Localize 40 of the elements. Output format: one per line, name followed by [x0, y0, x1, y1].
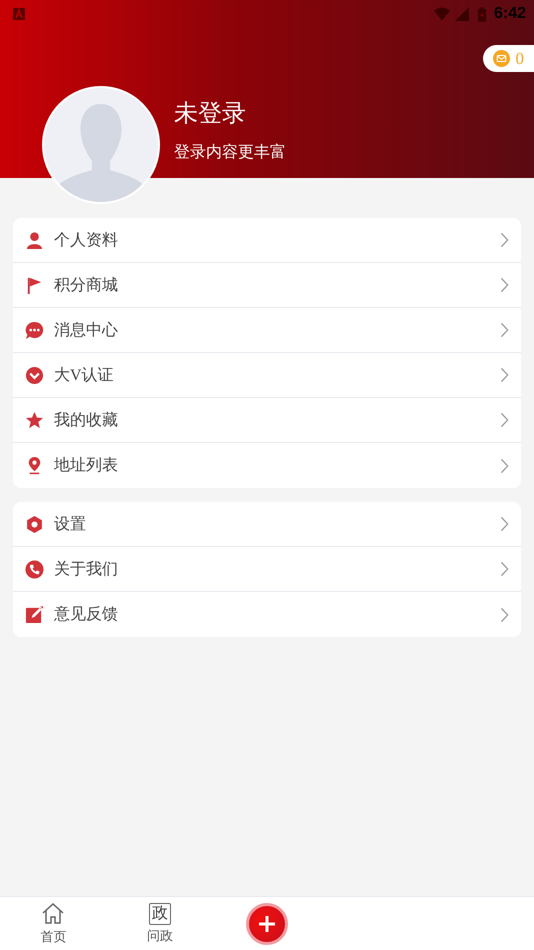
- nav-text-icon: 政: [149, 902, 172, 924]
- flag-icon: [25, 276, 44, 294]
- add-button[interactable]: [246, 902, 288, 944]
- edit-icon: [25, 605, 44, 624]
- login-hint: 登录内容更丰富: [174, 142, 286, 163]
- menu-item[interactable]: 地址列表: [54, 455, 118, 476]
- phone-icon: [25, 560, 44, 578]
- home-icon: [41, 902, 66, 926]
- star-icon: [25, 410, 44, 430]
- menu-item[interactable]: 设置: [54, 514, 86, 534]
- person-icon: [25, 230, 44, 250]
- menu-item[interactable]: 消息中心: [54, 320, 118, 340]
- chevron-right-icon: [500, 232, 509, 248]
- plus-icon: [256, 914, 277, 934]
- menu-item[interactable]: 关于我们: [54, 558, 118, 580]
- chevron-right-icon: [500, 322, 509, 338]
- chevron-right-icon: [500, 367, 509, 383]
- chevron-right-icon: [500, 458, 509, 474]
- chevron-right-icon: [500, 412, 509, 428]
- chevron-right-icon: [500, 561, 509, 577]
- coin-icon: [492, 50, 510, 67]
- user-name[interactable]: 未登录: [174, 98, 286, 130]
- nav-tab[interactable]: 首页: [40, 928, 66, 946]
- menu-item[interactable]: 大V认证: [54, 364, 114, 386]
- menu-item[interactable]: 个人资料: [54, 230, 118, 250]
- chevron-right-icon: [500, 606, 509, 622]
- chevron-badge-icon: [25, 366, 44, 384]
- settings-icon: [25, 514, 44, 534]
- menu-item[interactable]: 积分商城: [54, 274, 118, 296]
- chat-bubble-icon: [25, 320, 44, 340]
- signal-icon: [454, 7, 470, 21]
- chevron-right-icon: [500, 516, 509, 532]
- wifi-icon: [434, 7, 450, 21]
- notification-icon: [13, 8, 25, 20]
- chevron-right-icon: [500, 277, 509, 293]
- menu-item[interactable]: 我的收藏: [54, 410, 118, 430]
- nav-tab[interactable]: 问政: [147, 926, 174, 944]
- status-time: 6:42: [494, 5, 526, 23]
- battery-icon: [478, 6, 486, 22]
- menu-item[interactable]: 意见反馈: [54, 604, 118, 625]
